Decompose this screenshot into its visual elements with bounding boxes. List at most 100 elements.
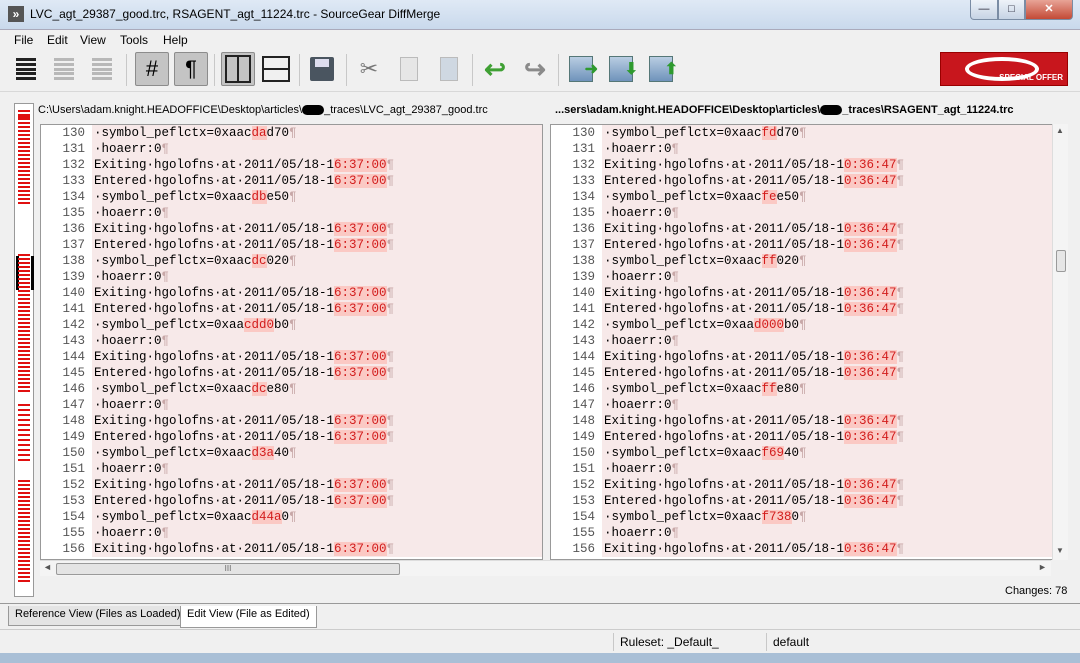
overview-change-mark[interactable] [18,158,30,160]
left-line-row[interactable]: 131 ·hoaerr:0¶ [41,141,542,157]
overview-change-mark[interactable] [18,254,30,256]
overview-change-mark[interactable] [18,146,30,148]
overview-change-mark[interactable] [18,454,30,456]
scroll-right-icon[interactable]: ► [1038,562,1047,572]
overview-change-mark[interactable] [18,326,30,328]
overview-change-mark[interactable] [18,258,30,260]
line-text[interactable]: ·hoaerr:0¶ [602,333,1052,349]
overview-change-mark[interactable] [18,374,30,376]
line-text[interactable]: Exiting·hgolofns·at·2011/05/18-10:36:47¶ [602,477,1052,493]
overview-change-mark[interactable] [18,110,30,112]
line-text[interactable]: ·hoaerr:0¶ [92,461,542,477]
line-text[interactable]: Exiting·hgolofns·at·2011/05/18-16:37:00¶ [92,413,542,429]
horizontal-scrollbar[interactable]: ◄ III ► [40,560,1051,576]
overview-change-mark[interactable] [18,366,30,368]
line-text[interactable]: Entered·hgolofns·at·2011/05/18-16:37:00¶ [92,237,542,253]
overview-change-mark[interactable] [18,572,30,574]
overview-change-mark[interactable] [18,282,30,284]
line-text[interactable]: Exiting·hgolofns·at·2011/05/18-16:37:00¶ [92,221,542,237]
line-text[interactable]: ·hoaerr:0¶ [92,397,542,413]
overview-change-mark[interactable] [18,414,30,416]
line-text[interactable]: Exiting·hgolofns·at·2011/05/18-10:36:47¶ [602,285,1052,301]
right-file-pane[interactable]: 130 ·symbol_peflctx=0xaacfdd70¶ 131 ·hoaerr… [550,124,1053,560]
line-text[interactable]: Entered·hgolofns·at·2011/05/18-16:37:00¶ [92,365,542,381]
overview-change-mark[interactable] [18,302,30,304]
overview-change-mark[interactable] [18,174,30,176]
overview-change-mark[interactable] [18,350,30,352]
right-line-row[interactable]: 148 Exiting·hgolofns·at·2011/05/18-10:36:… [551,413,1052,429]
line-text[interactable]: Exiting·hgolofns·at·2011/05/18-16:37:00¶ [92,477,542,493]
left-line-row[interactable]: 138 ·symbol_peflctx=0xaacdc020¶ [41,253,542,269]
line-text[interactable]: ·symbol_peflctx=0xaacdbe50¶ [92,189,542,205]
overview-change-mark[interactable] [18,166,30,168]
scroll-up-icon[interactable]: ▲ [1056,126,1064,135]
overview-change-mark[interactable] [18,488,30,490]
all-lines-button[interactable] [9,52,43,86]
overview-change-mark[interactable] [18,484,30,486]
overview-change-mark[interactable] [18,358,30,360]
left-line-row[interactable]: 135 ·hoaerr:0¶ [41,205,542,221]
tab-reference-view[interactable]: Reference View (Files as Loaded) [8,606,188,626]
left-line-row[interactable]: 136 Exiting·hgolofns·at·2011/05/18-16:37:… [41,221,542,237]
overview-change-mark[interactable] [18,560,30,562]
overview-change-mark[interactable] [18,362,30,364]
overview-change-mark[interactable] [18,270,30,272]
right-line-row[interactable]: 136 Exiting·hgolofns·at·2011/05/18-10:36:… [551,221,1052,237]
overview-change-mark[interactable] [18,444,30,446]
overview-change-mark[interactable] [18,198,30,200]
overview-change-mark[interactable] [18,459,30,461]
overview-change-mark[interactable] [18,190,30,192]
right-line-row[interactable]: 143 ·hoaerr:0¶ [551,333,1052,349]
overview-change-mark[interactable] [18,262,30,264]
right-line-row[interactable]: 153 Entered·hgolofns·at·2011/05/18-10:36:… [551,493,1052,509]
left-line-row[interactable]: 155 ·hoaerr:0¶ [41,525,542,541]
line-text[interactable]: Exiting·hgolofns·at·2011/05/18-16:37:00¶ [92,349,542,365]
left-line-row[interactable]: 133 Entered·hgolofns·at·2011/05/18-16:37:… [41,173,542,189]
overview-change-mark[interactable] [18,330,30,332]
left-line-row[interactable]: 150 ·symbol_peflctx=0xaacd3a40¶ [41,445,542,461]
save-button[interactable] [305,52,339,86]
line-text[interactable]: Entered·hgolofns·at·2011/05/18-16:37:00¶ [92,493,542,509]
overview-change-mark[interactable] [18,278,30,280]
right-line-row[interactable]: 156 Exiting·hgolofns·at·2011/05/18-10:36:… [551,541,1052,557]
overview-change-mark[interactable] [18,178,30,180]
line-text[interactable]: Exiting·hgolofns·at·2011/05/18-16:37:00¶ [92,157,542,173]
overview-change-mark[interactable] [18,182,30,184]
overview-change-mark[interactable] [18,186,30,188]
left-line-row[interactable]: 153 Entered·hgolofns·at·2011/05/18-16:37:… [41,493,542,509]
right-line-row[interactable]: 134 ·symbol_peflctx=0xaacfee50¶ [551,189,1052,205]
right-line-row[interactable]: 155 ·hoaerr:0¶ [551,525,1052,541]
left-line-row[interactable]: 147 ·hoaerr:0¶ [41,397,542,413]
line-text[interactable]: Entered·hgolofns·at·2011/05/18-16:37:00¶ [92,301,542,317]
pilcrow-button[interactable]: ¶ [174,52,208,86]
stacked-button[interactable] [259,52,293,86]
right-line-row[interactable]: 135 ·hoaerr:0¶ [551,205,1052,221]
overview-change-mark[interactable] [18,536,30,538]
right-line-row[interactable]: 146 ·symbol_peflctx=0xaacffe80¶ [551,381,1052,397]
right-line-row[interactable]: 142 ·symbol_peflctx=0xaad000b0¶ [551,317,1052,333]
redo-button[interactable]: ↪ [518,52,552,86]
horizontal-scroll-thumb[interactable]: III [56,563,400,575]
right-line-row[interactable]: 145 Entered·hgolofns·at·2011/05/18-10:36:… [551,365,1052,381]
overview-change-mark[interactable] [18,439,30,441]
next-change-down-button[interactable]: ⬇ [604,52,638,86]
left-line-row[interactable]: 130 ·symbol_peflctx=0xaacdad70¶ [41,125,542,141]
overview-change-mark[interactable] [18,409,30,411]
overview-change-mark[interactable] [18,390,30,392]
overview-change-mark[interactable] [18,370,30,372]
overview-change-mark[interactable] [18,290,30,292]
overview-change-mark[interactable] [18,122,30,124]
side-by-side-button[interactable] [221,52,255,86]
overview-change-mark[interactable] [18,306,30,308]
scroll-left-icon[interactable]: ◄ [43,562,52,572]
diff-overview-strip[interactable] [14,103,34,597]
overview-change-mark[interactable] [18,138,30,140]
left-line-row[interactable]: 132 Exiting·hgolofns·at·2011/05/18-16:37:… [41,157,542,173]
left-line-row[interactable]: 154 ·symbol_peflctx=0xaacd44a0¶ [41,509,542,525]
overview-change-mark[interactable] [18,496,30,498]
paste-button[interactable] [432,52,466,86]
maximize-button[interactable]: □ [998,0,1025,20]
line-text[interactable]: Entered·hgolofns·at·2011/05/18-10:36:47¶ [602,173,1052,189]
overview-change-mark[interactable] [18,544,30,546]
left-line-row[interactable]: 145 Entered·hgolofns·at·2011/05/18-16:37:… [41,365,542,381]
